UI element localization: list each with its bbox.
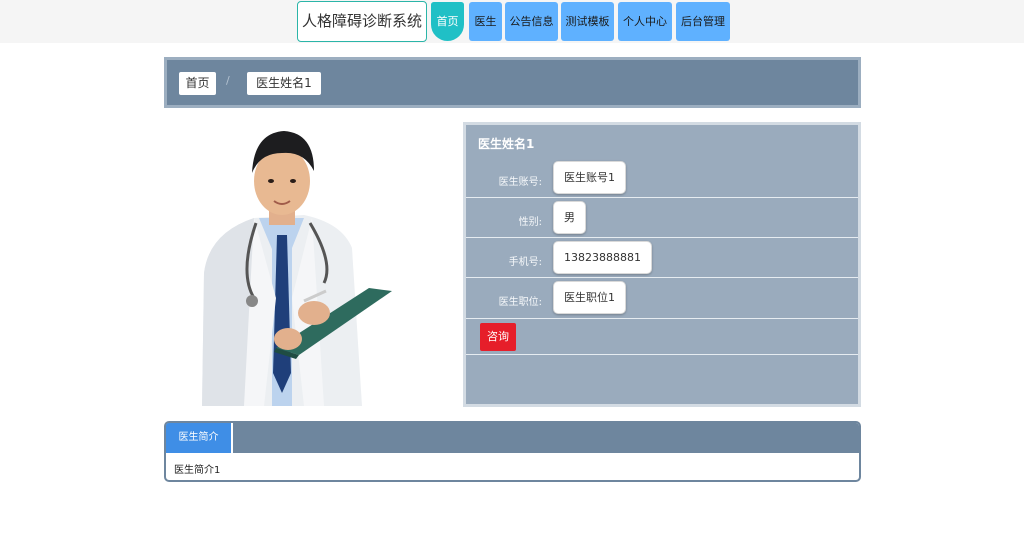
doctor-intro-panel: 医生简介 医生简介1 [164,421,861,482]
row-divider [466,197,858,198]
nav-personal-center[interactable]: 个人中心 [618,2,672,41]
field-label-gender: 性别: [518,217,542,228]
field-value-phone: 13823888881 [553,241,652,274]
top-navbar: 人格障碍诊断系统 首页 医生 公告信息 测试模板 个人中心 后台管理 [0,0,1024,43]
doctor-info-panel: 医生姓名1 医生账号: 医生账号1 性别: 男 手机号: 13823888881… [463,122,861,407]
doctor-intro-text: 医生简介1 [174,465,221,476]
doctor-photo [164,123,449,406]
consult-button[interactable]: 咨询 [480,323,516,351]
tab-doctor-intro[interactable]: 医生简介 [166,423,233,453]
nav-announcements[interactable]: 公告信息 [505,2,558,41]
field-label-account: 医生账号: [498,177,542,188]
nav-admin[interactable]: 后台管理 [676,2,730,41]
breadcrumb-separator: / [226,74,230,87]
field-value-account: 医生账号1 [553,161,626,194]
breadcrumb-home[interactable]: 首页 [179,72,216,95]
field-label-position: 医生职位: [498,297,542,308]
row-divider [466,354,858,355]
field-value-gender: 男 [553,201,586,234]
field-label-phone: 手机号: [508,257,542,268]
row-divider [466,237,858,238]
row-divider [466,318,858,319]
nav-home[interactable]: 首页 [431,2,464,41]
intro-header: 医生简介 [166,423,859,453]
nav-test-templates[interactable]: 测试模板 [561,2,614,41]
doctor-name-title: 医生姓名1 [478,137,535,151]
site-brand[interactable]: 人格障碍诊断系统 [297,1,427,42]
breadcrumb-current: 医生姓名1 [247,72,321,95]
field-value-position: 医生职位1 [553,281,626,314]
breadcrumb: 首页 / 医生姓名1 [164,57,861,108]
nav-doctor[interactable]: 医生 [469,2,502,41]
row-divider [466,277,858,278]
